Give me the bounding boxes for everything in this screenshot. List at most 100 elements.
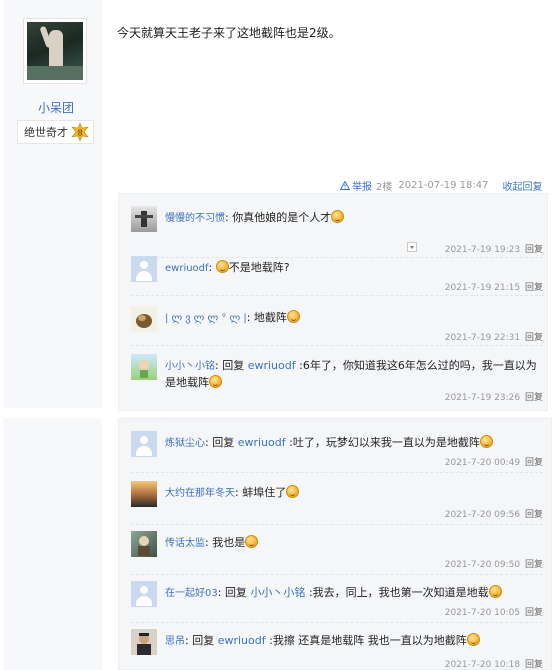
reply-time: 2021-7-20 10:05 bbox=[444, 608, 521, 618]
reply-time: 2021-7-20 00:49 bbox=[444, 458, 521, 468]
reply-text: 你真他娘的是个人才 bbox=[232, 211, 332, 224]
reply-mention[interactable]: ewriuodf bbox=[218, 634, 266, 647]
avatar[interactable] bbox=[131, 431, 157, 457]
list-item: 思吊: 回复 ewriuodf :我擦 还真是地载阵 我也一直以为地截阵 202… bbox=[131, 629, 543, 670]
list-item: 大约在那年冬天: 蚌埠住了 2021-7-20 09:56 回复 bbox=[131, 481, 543, 525]
reply-meta: 2021-7-20 10:05 回复 bbox=[445, 605, 543, 618]
reply-meta: 2021-7-19 21:15 回复 bbox=[445, 280, 543, 293]
avatar[interactable] bbox=[131, 581, 157, 607]
user-avatar[interactable] bbox=[23, 18, 87, 84]
avatar[interactable] bbox=[131, 306, 157, 332]
reply-author[interactable]: 思吊 bbox=[165, 636, 185, 647]
reply-text: :我去，同上，我也第一次知道是地载 bbox=[308, 586, 489, 599]
reply-text: 不是地载阵? bbox=[228, 261, 290, 274]
collapse-replies-link[interactable]: 收起回复 bbox=[503, 178, 543, 193]
rank-level-badge-icon: 8 bbox=[71, 123, 89, 141]
reply-time: 2021-7-19 23:26 bbox=[444, 393, 521, 403]
rank-title: 绝世奇才 bbox=[24, 126, 68, 139]
reply-prefix: 回复 bbox=[222, 359, 245, 372]
avatar-image bbox=[27, 22, 83, 80]
reply-meta: 2021-7-20 09:50 回复 bbox=[445, 557, 543, 570]
reply-meta: 2021-7-19 19:23 回复 bbox=[445, 242, 543, 255]
dropdown-toggle-icon[interactable] bbox=[407, 242, 417, 252]
reply-author[interactable]: 传话太监 bbox=[165, 538, 205, 549]
reply-time: 2021-7-20 09:50 bbox=[444, 560, 521, 570]
avatar[interactable] bbox=[131, 531, 157, 557]
reply-author[interactable]: ewriuodf bbox=[165, 263, 209, 274]
reply-time: 2021-7-19 22:31 bbox=[444, 333, 521, 343]
emoji-icon bbox=[466, 633, 480, 646]
emoji-icon bbox=[286, 310, 300, 323]
reply-button[interactable]: 回复 bbox=[525, 458, 543, 468]
warning-icon bbox=[340, 181, 350, 190]
reply-mention[interactable]: ewriuodf bbox=[248, 359, 296, 372]
reply-list: 慢慢的不习惯: 你真他娘的是个人才 2021-7-19 19:23 回复 ewr… bbox=[118, 193, 548, 411]
reply-time: 2021-7-20 09:56 bbox=[444, 510, 521, 520]
avatar[interactable] bbox=[131, 481, 157, 507]
avatar[interactable] bbox=[131, 206, 157, 232]
list-item: 在一起好03: 回复 小小丶小铭 :我去，同上，我也第一次知道是地载 2021-… bbox=[131, 581, 543, 623]
reply-author[interactable]: 在一起好03 bbox=[165, 588, 218, 599]
reply-prefix: 回复 bbox=[212, 436, 235, 449]
reply-text: :吐了，玩梦幻以来我一直以为是地截阵 bbox=[289, 436, 480, 449]
emoji-icon bbox=[331, 210, 345, 223]
list-item: 炼狱尘心: 回复 ewriuodf :吐了，玩梦幻以来我一直以为是地截阵 202… bbox=[131, 431, 543, 473]
reply-prefix: 回复 bbox=[192, 634, 215, 647]
emoji-icon bbox=[488, 585, 502, 598]
reply-author[interactable]: 炼狱尘心 bbox=[165, 438, 205, 449]
avatar[interactable] bbox=[131, 354, 157, 380]
avatar[interactable] bbox=[131, 256, 157, 282]
reply-meta: 2021-7-20 00:49 回复 bbox=[445, 455, 543, 468]
reply-mention[interactable]: ewriuodf bbox=[238, 436, 286, 449]
divider bbox=[131, 295, 543, 296]
reply-button[interactable]: 回复 bbox=[525, 245, 543, 255]
divider bbox=[131, 345, 543, 346]
post-time: 2021-07-19 18:47 bbox=[398, 180, 489, 191]
reply-text: :我擦 还真是地载阵 我也一直以为地截阵 bbox=[269, 634, 467, 647]
divider bbox=[131, 524, 543, 525]
reply-author[interactable]: 小小丶小铭 bbox=[165, 361, 215, 372]
reply-time: 2021-7-19 19:23 bbox=[444, 245, 521, 255]
reply-button[interactable]: 回复 bbox=[525, 560, 543, 570]
reply-time: 2021-7-20 10:18 bbox=[444, 660, 521, 670]
reply-text: 我也是 bbox=[212, 536, 246, 549]
list-item: 慢慢的不习惯: 你真他娘的是个人才 2021-7-19 19:23 回复 bbox=[131, 206, 543, 258]
reply-meta: 2021-7-19 22:31 回复 bbox=[445, 330, 543, 343]
user-info-panel: 小呆团 绝世奇才 8 bbox=[3, 0, 102, 408]
reply-button[interactable]: 回复 bbox=[525, 393, 543, 403]
reply-text: 地截阵 bbox=[253, 311, 287, 324]
emoji-icon bbox=[209, 375, 222, 388]
report-label: 举报 bbox=[352, 182, 372, 193]
reply-button[interactable]: 回复 bbox=[525, 608, 543, 618]
rank-level: 8 bbox=[77, 129, 82, 138]
report-link[interactable]: 举报 bbox=[340, 178, 372, 193]
divider bbox=[131, 472, 543, 473]
username-link[interactable]: 小呆团 bbox=[3, 99, 109, 116]
divider bbox=[131, 622, 543, 623]
reply-prefix: 回复 bbox=[224, 586, 247, 599]
list-item: 传话太监: 我也是 2021-7-20 09:50 回复 bbox=[131, 531, 543, 575]
reply-list-continued: 炼狱尘心: 回复 ewriuodf :吐了，玩梦幻以来我一直以为是地截阵 202… bbox=[118, 418, 552, 670]
reply-button[interactable]: 回复 bbox=[525, 510, 543, 520]
user-info-panel-continued bbox=[3, 418, 102, 670]
avatar[interactable] bbox=[131, 629, 157, 655]
emoji-icon bbox=[215, 260, 229, 273]
reply-button[interactable]: 回复 bbox=[525, 333, 543, 343]
list-item: ewriuodf: 不是地载阵? 2021-7-19 21:15 回复 bbox=[131, 256, 543, 296]
emoji-icon bbox=[245, 535, 259, 548]
reply-author[interactable]: 慢慢的不习惯 bbox=[165, 213, 225, 224]
reply-text: 蚌埠住了 bbox=[242, 486, 287, 499]
list-item: | ლ ვ ლ ლ ° ლ |: 地截阵 2021-7-19 22:31 回复 bbox=[131, 306, 543, 346]
reply-button[interactable]: 回复 bbox=[525, 283, 543, 293]
emoji-icon bbox=[286, 485, 300, 498]
reply-meta: 2021-7-20 10:18 回复 bbox=[445, 657, 543, 670]
reply-author[interactable]: 大约在那年冬天 bbox=[165, 488, 235, 499]
reply-meta: 2021-7-20 09:56 回复 bbox=[445, 507, 543, 520]
post-content: 今天就算天王老子来了这地截阵也是2级。 bbox=[117, 26, 341, 40]
reply-button[interactable]: 回复 bbox=[525, 660, 543, 670]
reply-mention[interactable]: 小小丶小铭 bbox=[250, 586, 305, 599]
emoji-icon bbox=[479, 435, 493, 448]
list-item: 小小丶小铭: 回复 ewriuodf :6年了，你知道我这6年怎么过的吗，我一直… bbox=[131, 354, 543, 408]
reply-meta: 2021-7-19 23:26 回复 bbox=[445, 390, 543, 403]
reply-author[interactable]: | ლ ვ ლ ლ ° ლ | bbox=[165, 313, 247, 324]
